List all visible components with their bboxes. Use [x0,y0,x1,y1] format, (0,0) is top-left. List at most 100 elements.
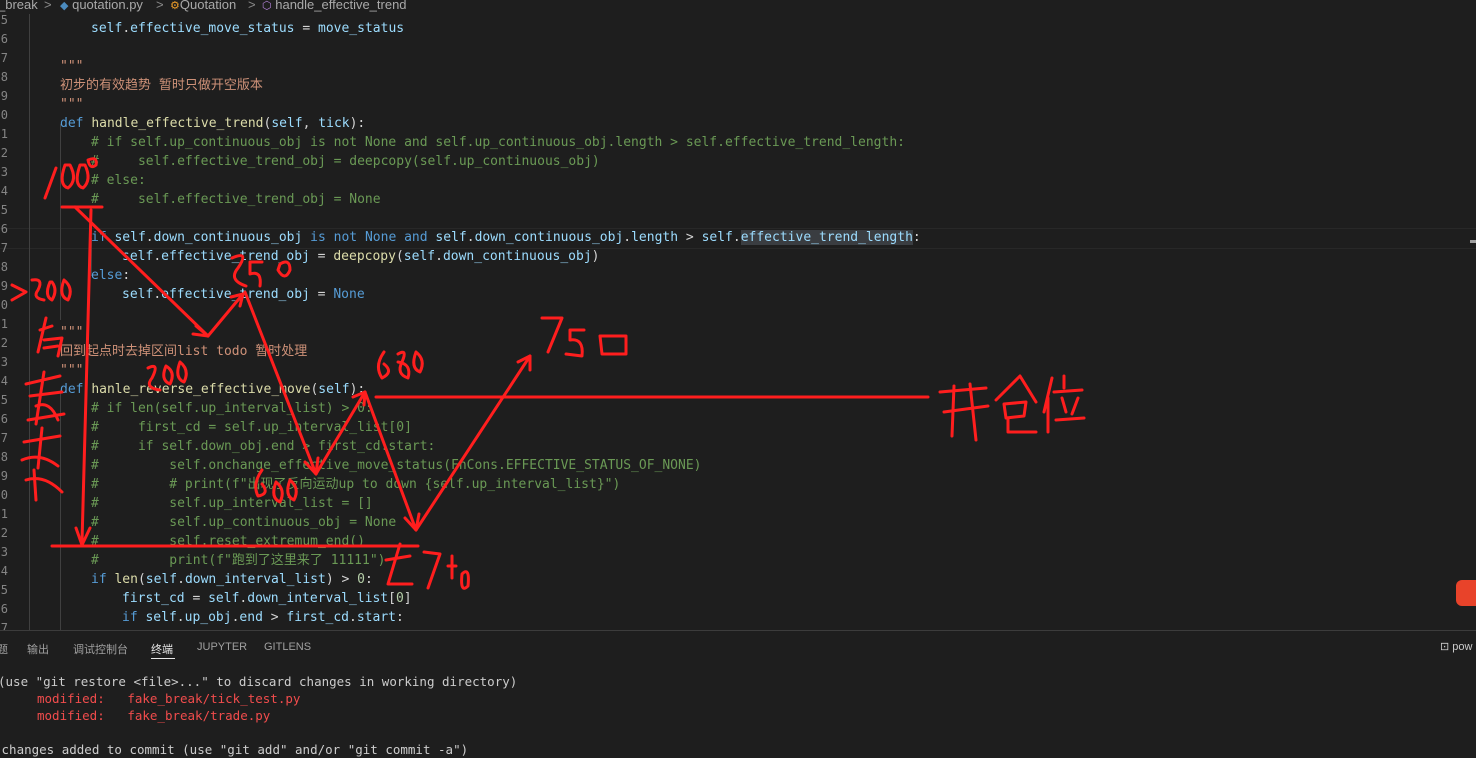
git-status: modified: [37,708,105,723]
panel-tab-bar: 题 输出 调试控制台 终端 JUPYTER GITLENS ⊡ pow [0,630,1476,665]
code-line: def handle_effective_trend(self, tick): [60,116,366,131]
line-number: 2 [0,146,8,160]
method-icon: ⬡ [262,0,272,12]
breadcrumb-file[interactable]: ◆ quotation.py [60,0,143,13]
line-number: 1 [0,507,8,521]
breadcrumb-method-label: handle_effective_trend [275,0,407,12]
class-icon: ⚙ [170,0,180,12]
breadcrumb-separator: > [248,0,256,12]
breadcrumb-folder[interactable]: _break [0,0,38,11]
code-line: first_cd = self.down_interval_list[0] [122,591,412,606]
breadcrumb-separator: > [44,0,52,12]
code-line: def hanle_reverse_effective_move(self): [60,382,366,397]
line-number: 9 [0,279,8,293]
terminal-line: modified: fake_break/tick_test.py [37,690,300,707]
terminal-name: pow [1452,641,1473,653]
code-line: """ [60,59,84,74]
line-number: 8 [0,260,8,274]
code-line: # self.up_interval_list = [] [91,496,373,511]
terminal-icon: ⊡ [1440,641,1450,653]
breadcrumb-class[interactable]: ⚙Quotation [170,0,236,13]
code-line: """ [60,325,84,340]
line-number: 6 [0,32,8,46]
code-line: """ [60,97,84,112]
terminal-line: (use "git restore <file>..." to discard … [0,674,518,689]
tab-terminal[interactable]: 终端 [151,641,173,657]
code-line: # if self.down_obj.end > first_cd.start: [91,439,436,454]
line-number: 4 [0,184,8,198]
line-number: 1 [0,127,8,141]
breadcrumb-file-label: quotation.py [72,0,143,12]
tab-output[interactable]: 输出 [27,641,49,657]
code-line: # if self.up_continuous_obj is not None … [91,135,905,150]
python-file-icon: ◆ [60,0,69,12]
line-number: 5 [0,393,8,407]
indent-guide [29,14,30,630]
line-number: 5 [0,583,8,597]
scrollbar-marker[interactable] [1470,240,1476,243]
code-editor[interactable]: 5 6 7 8 9 0 1 2 3 4 5 6 7 8 9 0 1 2 3 4 5 6 7 8 9 0 1 2 3 4 5 6 7 self.e… [0,14,1476,630]
line-number: 2 [0,526,8,540]
breadcrumb: _break > ◆ quotation.py > ⚙Quotation > ⬡… [0,0,1476,14]
terminal-output[interactable]: (use "git restore <file>..." to discard … [0,664,1476,758]
git-status: modified: [37,691,105,706]
git-path: fake_break/trade.py [127,708,271,723]
code-line: # if len(self.up_interval_list) > 0: [91,401,373,416]
tab-jupyter[interactable]: JUPYTER [197,641,247,653]
tab-problems[interactable]: 题 [0,641,8,657]
code-line: # self.reset_extremum_end() [91,534,365,549]
line-number: 0 [0,108,8,122]
code-line: 初步的有效趋势 暂时只做开空版本 [60,78,263,93]
code-line: if len(self.down_interval_list) > 0: [91,572,373,587]
line-number: 6 [0,222,8,236]
code-line: self.effective_trend_obj = deepcopy(self… [122,249,600,264]
code-line: # self.onchange_effective_move_status(Fn… [91,458,702,473]
breadcrumb-separator: > [156,0,164,12]
line-number: 5 [0,203,8,217]
line-number: 5 [0,14,8,27]
code-line: # # print(f"出现了反向运动up to down {self.up_i… [91,477,621,492]
tab-gitlens[interactable]: GITLENS [264,641,311,653]
code-line: # else: [91,173,146,188]
line-number: 4 [0,374,8,388]
line-number: 8 [0,70,8,84]
line-number: 3 [0,165,8,179]
code-line: if self.up_obj.end > first_cd.start: [122,610,404,625]
line-number: 0 [0,298,8,312]
code-line: # self.effective_trend_obj = None [91,192,381,207]
code-line: 回到起点时去掉区间list todo 暂时处理 [60,344,308,359]
line-number: 7 [0,241,8,255]
code-line: # first_cd = self.up_interval_list[0] [91,420,412,435]
active-tab-indicator [151,658,175,659]
line-number: 0 [0,488,8,502]
code-line: """ [60,363,84,378]
code-line: # self.up_continuous_obj = None [91,515,397,530]
line-number: 6 [0,412,8,426]
line-number: 9 [0,469,8,483]
tab-debug-console[interactable]: 调试控制台 [73,641,128,657]
code-line: else: [91,268,131,283]
breadcrumb-folder-label: _break [0,0,38,12]
breadcrumb-class-label: Quotation [179,0,237,12]
terminal-line: modified: fake_break/trade.py [37,707,270,724]
line-number: 6 [0,602,8,616]
code-line: # print(f"跑到了这里来了 11111") [91,553,386,568]
git-path: fake_break/tick_test.py [127,691,301,706]
line-number: 8 [0,450,8,464]
code-line: if self.down_continuous_obj is not None … [91,230,921,245]
line-number: 3 [0,545,8,559]
code-line: self.effective_move_status = move_status [91,21,405,36]
terminal-line: changes added to commit (use "git add" a… [0,742,469,757]
indent-guide [60,124,61,320]
terminal-selector[interactable]: ⊡ pow [1440,640,1472,653]
line-number: 3 [0,355,8,369]
breadcrumb-method[interactable]: ⬡ handle_effective_trend [262,0,407,13]
line-number: 7 [0,621,8,630]
app-logo [1456,580,1476,606]
code-line: self.effective_trend_obj = None [122,287,365,302]
line-number: 7 [0,431,8,445]
line-number: 4 [0,564,8,578]
line-number: 1 [0,317,8,331]
line-number: 7 [0,51,8,65]
line-number: 9 [0,89,8,103]
